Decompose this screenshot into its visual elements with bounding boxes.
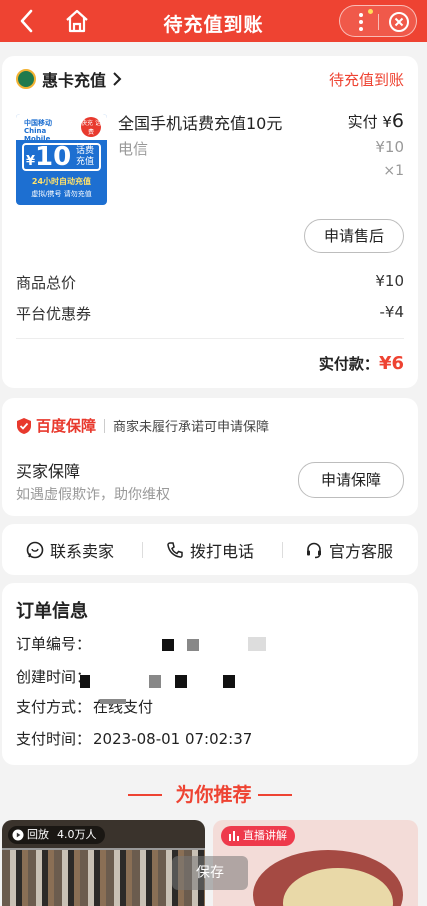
product-image-tag: 快充 话费 <box>81 117 101 137</box>
phone-icon <box>167 541 183 558</box>
replay-badge-label: 回放 <box>27 828 49 841</box>
buyer-guarantee-subtitle: 如遇虚假欺诈，助你维权 <box>16 487 170 503</box>
recommend-line-right <box>258 794 292 796</box>
contact-seller-label: 联系卖家 <box>50 541 115 561</box>
recommend-line-left <box>128 794 162 796</box>
redaction-mark <box>223 675 235 688</box>
chevron-right-icon <box>113 72 122 86</box>
pay-time-value: 2023-08-01 07:02:37 <box>93 730 253 748</box>
apply-guarantee-button[interactable]: 申请保障 <box>298 462 404 498</box>
product-quantity: ×1 <box>383 163 404 179</box>
call-phone-button[interactable]: 拨打电话 <box>166 524 254 575</box>
contact-seller-button[interactable]: 联系卖家 <box>26 524 114 575</box>
guarantee-header: 百度保障 商家未履行承诺可申请保障 <box>16 415 269 436</box>
product-image-value: ¥10 <box>26 142 72 172</box>
contact-divider <box>142 542 143 558</box>
live-badge: 直播讲解 <box>221 826 295 846</box>
recommend-heading: 为你推荐 <box>0 780 427 810</box>
shop-name: 惠卡充值 <box>42 71 107 90</box>
shop-logo-icon <box>16 69 36 89</box>
more-dots-icon[interactable] <box>358 12 364 32</box>
guarantee-desc: 商家未履行承诺可申请保障 <box>113 420 270 435</box>
buyer-guarantee-title: 买家保障 <box>16 462 81 481</box>
close-icon[interactable] <box>388 11 410 33</box>
paid-total: 实付款：¥6 <box>318 353 404 374</box>
order-number-label: 订单编号： <box>16 635 92 653</box>
pay-method-row: 支付方式： 在线支付 <box>16 696 153 717</box>
coupon-label: 平台优惠券 <box>16 305 92 323</box>
order-status: 待充值到账 <box>328 71 404 89</box>
customer-service-button[interactable]: 官方客服 <box>305 524 393 575</box>
shield-check-icon <box>17 417 31 434</box>
carrier-logo: 中国移动 China Mobile <box>24 119 52 143</box>
live-badge-label: 直播讲解 <box>243 829 287 842</box>
product-original-price: ¥10 <box>375 138 404 156</box>
replay-views: 4.0万人 <box>57 828 97 841</box>
redaction-mark <box>248 637 266 651</box>
order-product-card: 惠卡充值 待充值到账 中国移动 China Mobile 快充 话费 ¥10 话… <box>2 56 418 388</box>
redaction-mark <box>100 699 126 704</box>
play-circle-icon <box>12 829 24 841</box>
redaction-mark <box>162 639 174 651</box>
redaction-mark <box>149 675 161 688</box>
call-phone-label: 拨打电话 <box>190 541 255 561</box>
notification-dot <box>368 9 373 14</box>
product-image-note: 虚拟/携号 请勿充值 <box>31 190 92 198</box>
pay-time-label: 支付时间： <box>16 730 92 748</box>
guarantee-brand: 百度保障 <box>36 417 97 435</box>
guarantee-divider <box>104 418 106 433</box>
contact-divider <box>282 542 283 558</box>
recommend-title: 为你推荐 <box>175 784 252 806</box>
mini-program-capsule <box>339 5 417 37</box>
headset-icon <box>307 542 321 558</box>
order-number-row: 订单编号： <box>16 633 91 654</box>
total-price-label: 商品总价 <box>16 274 77 292</box>
product-spec: 电信 <box>118 140 149 158</box>
customer-service-label: 官方客服 <box>329 541 394 561</box>
product-image[interactable]: 中国移动 China Mobile 快充 话费 ¥10 话费充值 24小时自动充… <box>16 114 107 205</box>
redaction-mark <box>80 675 90 688</box>
replay-badge: 回放 4.0万人 <box>8 826 105 844</box>
summary-divider <box>16 338 404 339</box>
order-info-title: 订单信息 <box>16 601 88 622</box>
pay-method-label: 支付方式： <box>16 698 92 716</box>
guarantee-card: 百度保障 商家未履行承诺可申请保障 买家保障 如遇虚假欺诈，助你维权 申请保障 <box>2 398 418 516</box>
pay-time-row: 支付时间： 2023-08-01 07:02:37 <box>16 728 252 749</box>
shop-link[interactable]: 惠卡充值 <box>16 68 122 90</box>
top-nav-bar: 待充值到账 <box>0 0 427 42</box>
total-price-value: ¥10 <box>375 272 404 290</box>
after-sale-button[interactable]: 申请售后 <box>304 219 404 253</box>
product-paid-price: 实付 ¥6 <box>347 110 404 132</box>
product-image-auto: 24小时自动充值 <box>31 177 92 186</box>
product-name[interactable]: 全国手机话费充值10元 <box>118 110 282 134</box>
coupon-value: -¥4 <box>379 303 405 321</box>
order-info-card: 订单信息 订单编号： 创建时间： 支付方式： 在线支付 支付时间： 2023-08-… <box>2 583 418 765</box>
redaction-mark <box>175 675 187 688</box>
redaction-mark <box>187 639 199 651</box>
product-image-value-text: 话费充值 <box>76 146 95 167</box>
contact-bar: 联系卖家 拨打电话 官方客服 <box>2 524 418 575</box>
live-bars-icon <box>229 831 239 841</box>
save-button[interactable]: 保存 <box>172 856 248 890</box>
capsule-divider <box>378 14 379 30</box>
chat-bubble-icon <box>26 541 44 558</box>
